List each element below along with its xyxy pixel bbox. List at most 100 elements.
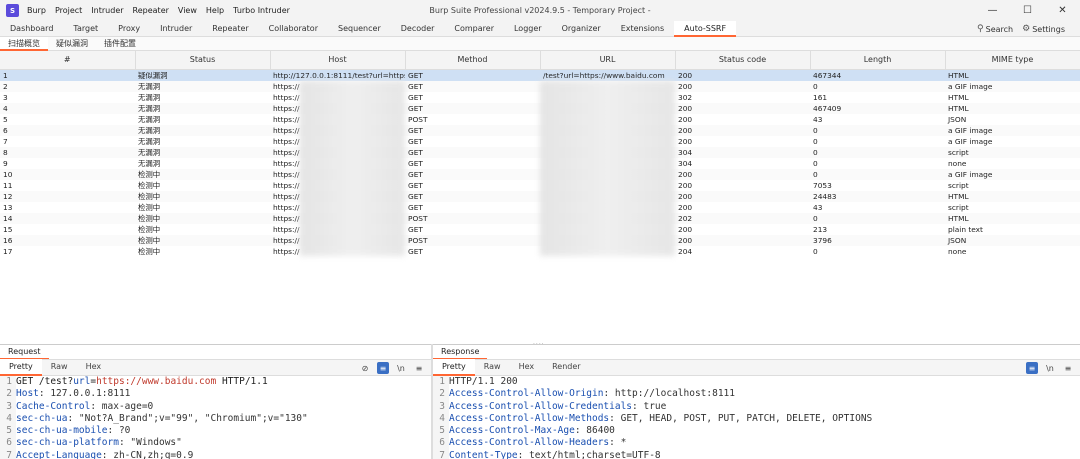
response-line: 3 Access-Control-Allow-Credentials: true <box>433 400 1080 413</box>
tab-dashboard[interactable]: Dashboard <box>0 21 63 37</box>
response-pane: Response Pretty Raw Hex Render ≡ \n ≡ 1H… <box>433 344 1080 459</box>
tab-repeater[interactable]: Repeater <box>202 21 258 37</box>
tab-extensions[interactable]: Extensions <box>611 21 674 37</box>
tab-auto-ssrf[interactable]: Auto-SSRF <box>674 21 737 37</box>
column-header[interactable]: Method <box>405 51 541 70</box>
request-tab-pretty[interactable]: Pretty <box>0 359 42 376</box>
row-number: 17 <box>3 246 13 256</box>
response-tab-raw[interactable]: Raw <box>475 359 510 376</box>
response-title: Response <box>433 345 488 360</box>
row-status: 检测中 <box>138 246 161 256</box>
line-number: 5 <box>433 425 449 438</box>
row-number: 8 <box>0 146 135 158</box>
menu-turbo-intruder[interactable]: Turbo Intruder <box>233 6 290 15</box>
column-header[interactable]: Length <box>810 51 946 70</box>
column-header[interactable]: Status <box>135 51 271 70</box>
tab-intruder[interactable]: Intruder <box>150 21 202 37</box>
column-header[interactable]: URL <box>540 51 676 70</box>
tab-decoder[interactable]: Decoder <box>391 21 445 37</box>
menu-project[interactable]: Project <box>55 6 82 15</box>
request-editor[interactable]: 1 GET /test?url=https://www.baidu.com HTT… <box>0 376 431 459</box>
request-tab-hex[interactable]: Hex <box>77 359 111 376</box>
row-method: POST <box>408 114 428 124</box>
tab-proxy[interactable]: Proxy <box>108 21 150 37</box>
menu-icon[interactable]: ≡ <box>413 362 425 374</box>
search-button[interactable]: Search <box>986 25 1013 34</box>
close-button[interactable]: ✕ <box>1045 0 1080 21</box>
row-method: GET <box>405 102 540 114</box>
settings-button[interactable]: Settings <box>1032 25 1065 34</box>
line-number: 5 <box>0 425 16 438</box>
column-header[interactable]: MIME type <box>945 51 1080 70</box>
menu-view[interactable]: View <box>178 6 197 15</box>
subtab-plugin-config[interactable]: 插件配置 <box>96 37 144 51</box>
minimize-button[interactable]: — <box>975 0 1010 21</box>
http-version: HTTP/1.1 <box>216 376 268 387</box>
row-length: 0 <box>813 158 818 168</box>
request-pane: Request Pretty Raw Hex ⊘ ≡ \n ≡ 1 GET /te… <box>0 344 431 459</box>
row-status-code: 200 <box>678 114 693 124</box>
column-header[interactable]: Host <box>270 51 406 70</box>
request-tab-raw[interactable]: Raw <box>42 359 77 376</box>
row-status: 无漏洞 <box>138 114 161 124</box>
param-value: https://www.baidu.com <box>96 376 217 387</box>
row-method: GET <box>408 158 423 168</box>
tab-collaborator[interactable]: Collaborator <box>259 21 328 37</box>
table-row[interactable]: 1 疑似漏洞 http://127.0.0.1:8111/test?url=http… <box>0 69 1080 81</box>
gear-icon[interactable]: ⚙ <box>1022 24 1030 34</box>
row-length: 43 <box>813 114 823 124</box>
header-name: Cache-Control <box>16 400 91 412</box>
row-status-code: 200 <box>678 136 693 146</box>
menu-icon[interactable]: ≡ <box>1062 362 1074 374</box>
row-mime-type: script <box>945 146 1080 158</box>
row-length: 467344 <box>810 69 945 81</box>
row-number: 10 <box>0 168 135 180</box>
line-number: 4 <box>433 412 449 426</box>
menu-help[interactable]: Help <box>206 6 224 15</box>
response-tab-render[interactable]: Render <box>543 359 589 376</box>
row-mime-type: a GIF image <box>945 168 1080 180</box>
column-header[interactable]: Status code <box>675 51 811 70</box>
response-line: 6 Access-Control-Allow-Headers: * <box>433 437 1080 450</box>
subtab-scan-overview[interactable]: 扫描概览 <box>0 37 48 51</box>
search-icon[interactable]: ⚲ <box>977 24 984 34</box>
hide-icon[interactable]: ⊘ <box>359 362 371 374</box>
row-number: 13 <box>3 202 13 212</box>
column-header[interactable]: # <box>0 51 136 70</box>
wrap-toggle-icon[interactable]: ≡ <box>1026 362 1038 374</box>
row-method: GET <box>405 190 540 202</box>
tab-comparer[interactable]: Comparer <box>444 21 504 37</box>
maximize-button[interactable]: ☐ <box>1010 0 1045 21</box>
subtab-suspected-vulns[interactable]: 疑似漏洞 <box>48 37 96 51</box>
tab-organizer[interactable]: Organizer <box>552 21 611 37</box>
line-number: 3 <box>0 400 16 413</box>
menu-burp[interactable]: Burp <box>27 6 46 15</box>
tab-logger[interactable]: Logger <box>504 21 552 37</box>
response-tab-hex[interactable]: Hex <box>510 359 544 376</box>
row-status-code: 200 <box>678 180 693 190</box>
header-value: : "Not?A_Brand";v="99", "Chromium";v="13… <box>67 412 308 424</box>
row-mime-type: HTML <box>948 92 969 102</box>
header-name: Access-Control-Allow-Origin <box>449 388 604 400</box>
row-status-code: 304 <box>678 158 693 168</box>
newline-icon[interactable]: \n <box>1044 362 1056 374</box>
wrap-toggle-icon[interactable]: ≡ <box>377 362 389 374</box>
row-status: 无漏洞 <box>135 146 270 158</box>
row-number: 5 <box>3 114 8 124</box>
row-mime-type: plain text <box>948 224 983 234</box>
newline-icon[interactable]: \n <box>395 362 407 374</box>
tab-sequencer[interactable]: Sequencer <box>328 21 391 37</box>
main-tab-bar: Dashboard Target Proxy Intruder Repeater Coll… <box>0 21 1080 37</box>
row-mime-type: script <box>948 180 969 190</box>
row-status-code: 200 <box>675 80 810 92</box>
row-length: 161 <box>813 92 828 102</box>
row-number: 7 <box>3 136 8 146</box>
response-tab-pretty[interactable]: Pretty <box>433 359 475 376</box>
response-editor[interactable]: 1 HTTP/1.1 200 2 Access-Control-Allow-Origi… <box>433 376 1080 459</box>
tab-target[interactable]: Target <box>63 21 108 37</box>
row-number: 3 <box>3 92 8 102</box>
menu-repeater[interactable]: Repeater <box>133 6 169 15</box>
row-status-code: 200 <box>678 224 693 234</box>
menu-intruder[interactable]: Intruder <box>91 6 123 15</box>
header-value: : 86400 <box>574 425 615 437</box>
